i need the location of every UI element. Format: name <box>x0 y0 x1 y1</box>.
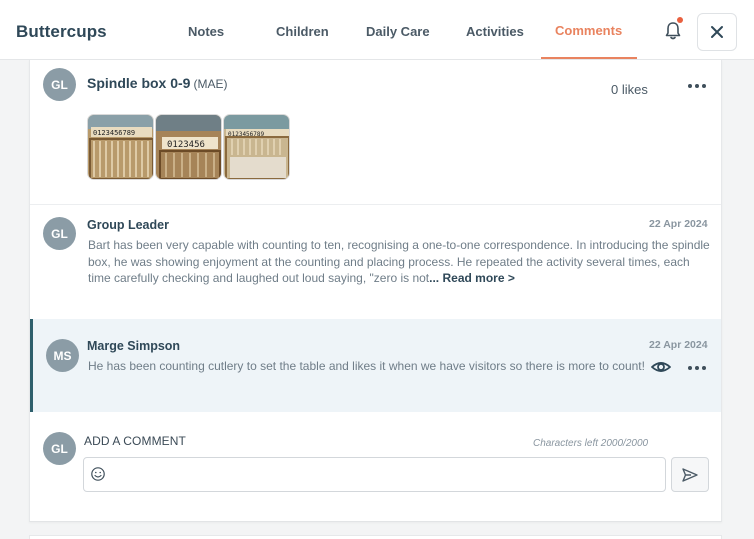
avatar: GL <box>43 68 76 101</box>
post-card: GL Spindle box 0-9 (MAE) 0 likes 01234567… <box>29 60 722 522</box>
post-photo[interactable]: 0123456789 <box>87 114 154 180</box>
post-title: Spindle box 0-9 (MAE) <box>87 75 227 91</box>
app-title: Buttercups <box>16 22 107 41</box>
divider <box>30 204 721 205</box>
more-dots-icon[interactable] <box>688 366 706 370</box>
avatar: MS <box>46 339 79 372</box>
send-button[interactable] <box>671 457 709 492</box>
read-more-link[interactable]: ... Read more > <box>429 271 515 285</box>
svg-text:0123456789: 0123456789 <box>93 129 135 137</box>
post-title-text: Spindle box 0-9 <box>87 75 191 91</box>
notification-dot <box>677 17 683 23</box>
comment-body: Bart has been very capable with counting… <box>88 238 710 285</box>
comment-input[interactable] <box>83 457 666 492</box>
comment-author: Marge Simpson <box>87 339 181 353</box>
tab-notes[interactable]: Notes <box>188 24 224 39</box>
close-button[interactable] <box>697 13 737 51</box>
characters-left: Characters left 2000/2000 <box>533 438 649 449</box>
comment-author: Group Leader <box>87 218 169 232</box>
bell-icon[interactable] <box>662 20 684 42</box>
emoji-icon[interactable] <box>90 466 106 482</box>
tab-daily-care[interactable]: Daily Care <box>366 24 430 39</box>
comment-body: He has been counting cutlery to set the … <box>88 359 645 373</box>
add-comment-label: ADD A COMMENT <box>84 434 186 448</box>
comment-date: 22 Apr 2024 <box>649 218 708 230</box>
more-dots-icon[interactable] <box>688 84 706 88</box>
comment-text: Bart has been very capable with counting… <box>88 237 710 287</box>
tab-children[interactable]: Children <box>276 24 329 39</box>
next-card <box>29 535 722 539</box>
svg-text:0123456: 0123456 <box>167 140 205 150</box>
post-photo[interactable]: 0123456789 <box>223 114 290 180</box>
tab-activities[interactable]: Activities <box>466 24 524 39</box>
avatar: GL <box>43 432 76 465</box>
avatar: GL <box>43 217 76 250</box>
tab-comments[interactable]: Comments <box>555 23 622 38</box>
top-bar: Buttercups Notes Children Daily Care Act… <box>0 0 754 60</box>
likes-count[interactable]: 0 likes <box>611 82 648 97</box>
comment-date: 22 Apr 2024 <box>649 339 708 351</box>
post-photo[interactable]: 0123456 <box>155 114 222 180</box>
send-icon <box>682 467 698 482</box>
active-tab-indicator <box>541 57 637 59</box>
post-tag: (MAE) <box>193 77 228 91</box>
eye-icon[interactable] <box>650 358 672 376</box>
close-icon <box>711 26 723 38</box>
